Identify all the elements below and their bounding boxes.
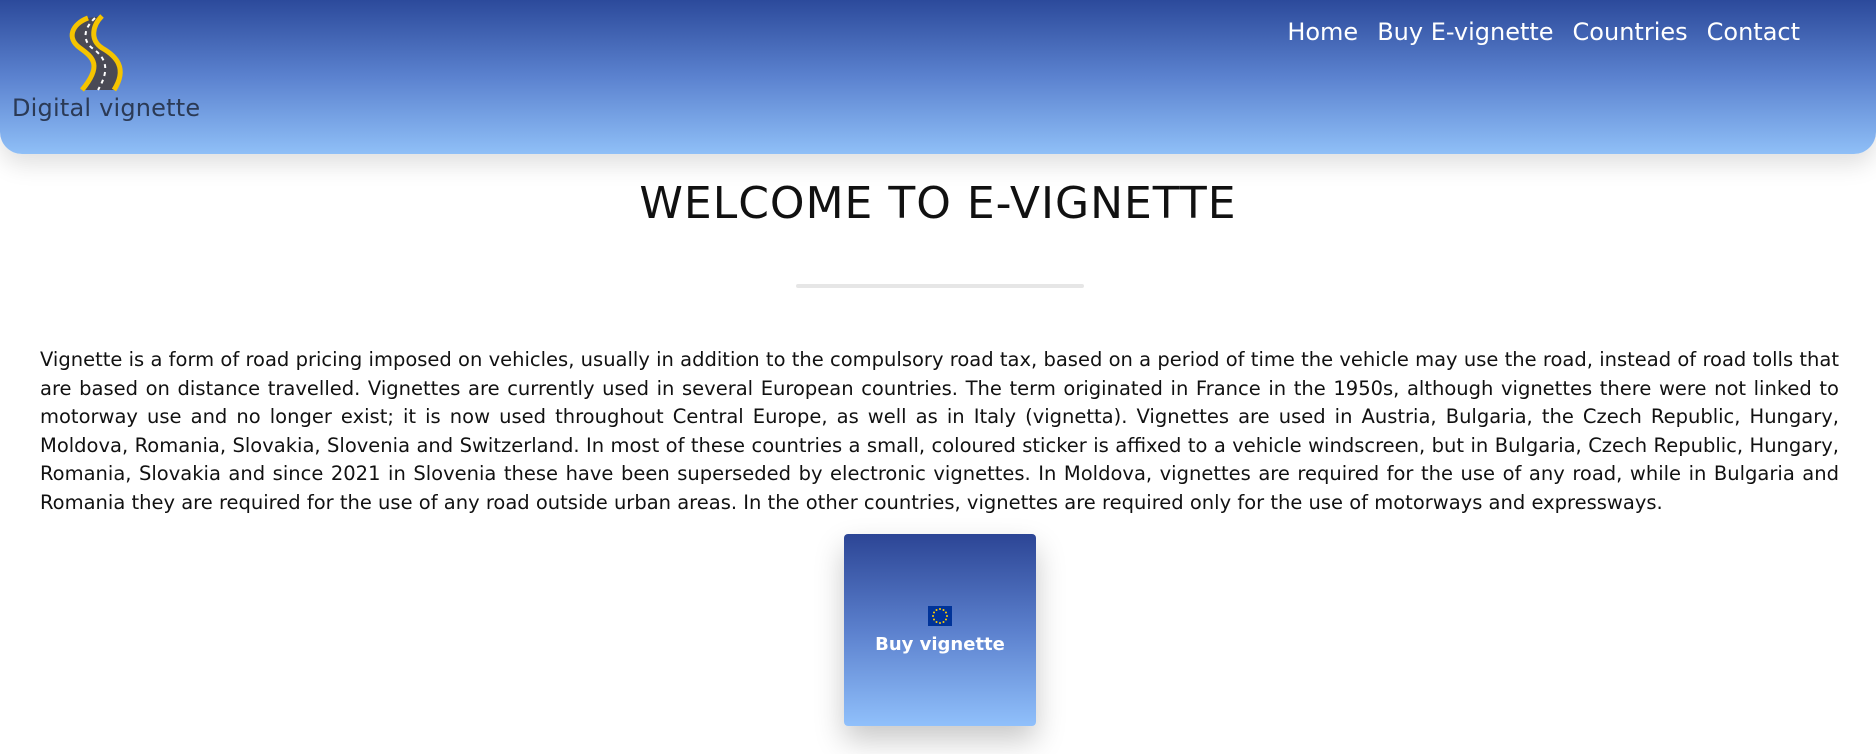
nav-countries[interactable]: Countries: [1573, 18, 1688, 46]
road-logo-icon[interactable]: [58, 14, 138, 94]
buy-vignette-label: Buy vignette: [875, 634, 1005, 655]
title-divider: [796, 284, 1084, 288]
brand-name[interactable]: Digital vignette: [12, 94, 200, 122]
intro-paragraph: Vignette is a form of road pricing impos…: [40, 348, 1839, 514]
nav-buy-e-vignette[interactable]: Buy E-vignette: [1377, 18, 1553, 46]
nav-home[interactable]: Home: [1287, 18, 1358, 46]
page-title: WELCOME TO E-VIGNETTE: [639, 178, 1237, 229]
buy-vignette-button[interactable]: Buy vignette: [844, 534, 1036, 726]
eu-flag-icon: [928, 606, 952, 626]
main-nav: Home Buy E-vignette Countries Contact: [1287, 18, 1800, 46]
nav-contact[interactable]: Contact: [1707, 18, 1800, 46]
site-header: Digital vignette Home Buy E-vignette Cou…: [0, 0, 1876, 154]
